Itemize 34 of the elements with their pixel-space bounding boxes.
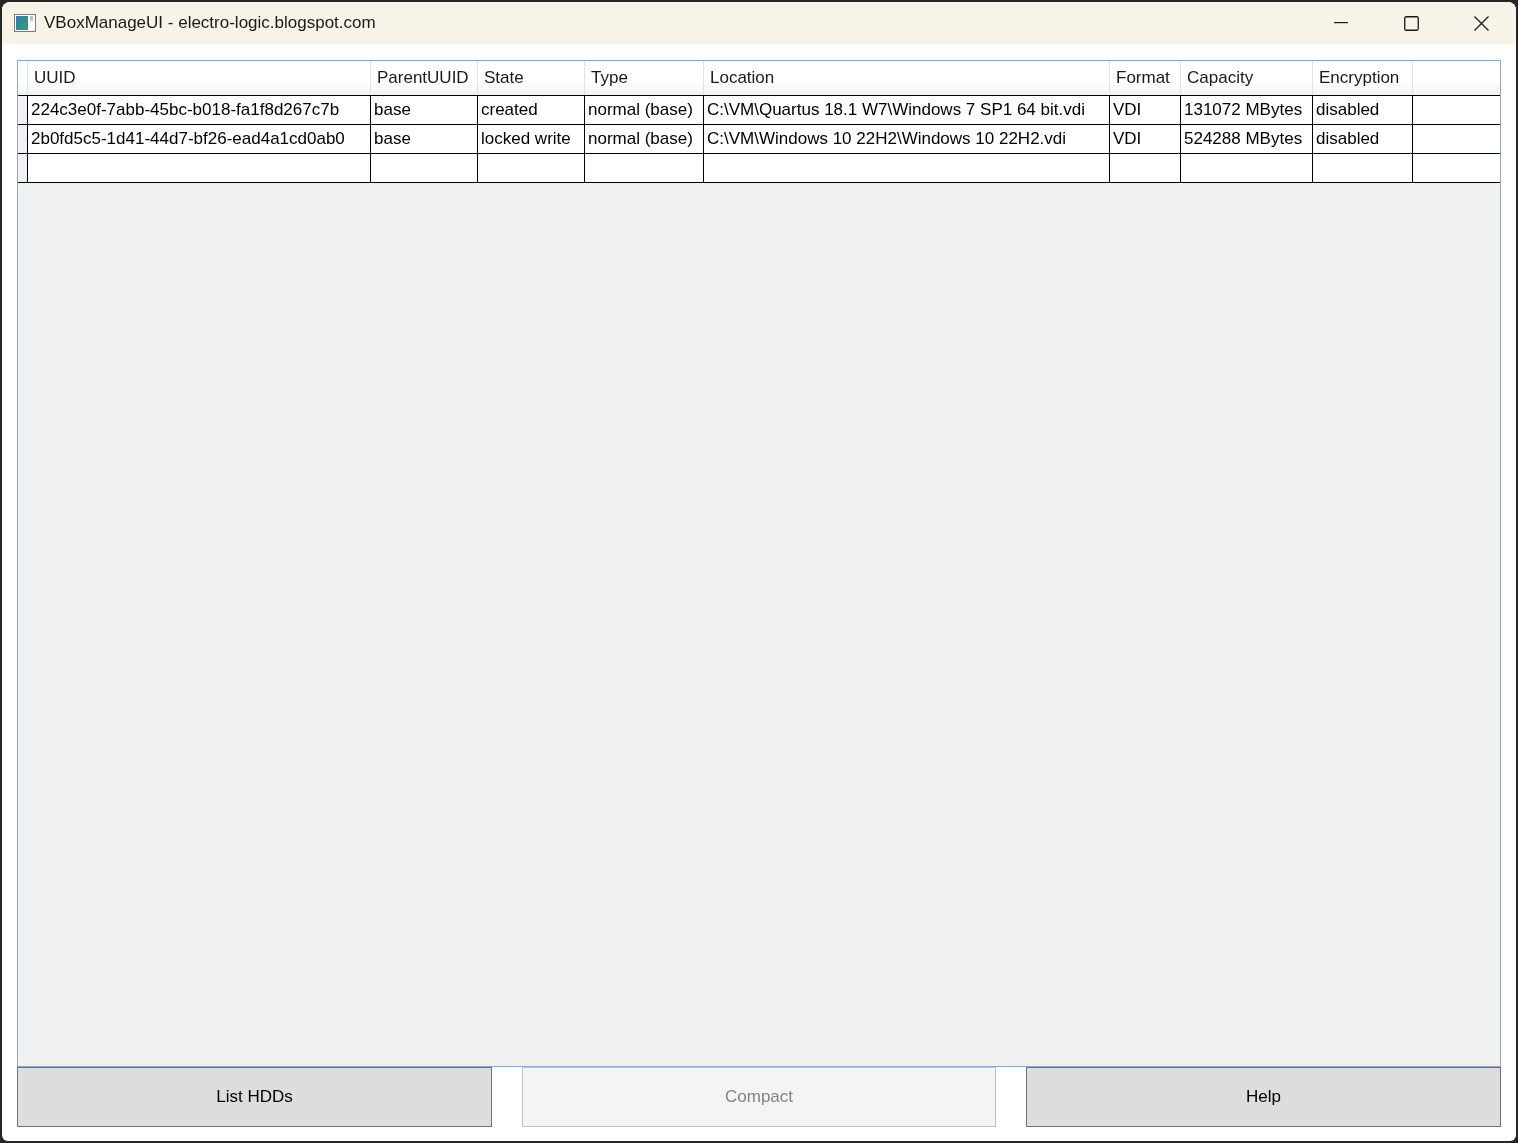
table-cell: normal (base) — [585, 125, 704, 153]
column-header[interactable]: Format — [1110, 61, 1181, 95]
table-cell: 224c3e0f-7abb-45bc-b018-fa1f8d267c7b — [28, 96, 371, 124]
table-cell: 2b0fd5c5-1d41-44d7-bf26-ead4a1cd0ab0 — [28, 125, 371, 153]
table-cell: base — [371, 96, 478, 124]
minimize-icon — [1334, 22, 1348, 24]
column-header[interactable]: State — [478, 61, 585, 95]
column-header[interactable]: UUID — [28, 61, 371, 95]
table-cell: C:\VM\Windows 10 22H2\Windows 10 22H2.vdi — [704, 125, 1110, 153]
table-cell: locked write — [478, 125, 585, 153]
row-header[interactable] — [18, 96, 28, 124]
window-title: VBoxManageUI - electro-logic.blogspot.com — [44, 12, 376, 35]
row-header[interactable] — [18, 125, 28, 153]
table-cell: disabled — [1313, 125, 1413, 153]
action-button[interactable]: Help — [1026, 1067, 1501, 1127]
empty-table-row[interactable] — [18, 154, 1500, 183]
column-header[interactable]: Capacity — [1181, 61, 1313, 95]
maximize-icon — [1403, 15, 1419, 31]
action-button[interactable]: List HDDs — [17, 1067, 492, 1127]
column-header[interactable]: Location — [704, 61, 1110, 95]
table-cell: 131072 MBytes — [1181, 96, 1313, 124]
table-cell: normal (base) — [585, 96, 704, 124]
table-cell: created — [478, 96, 585, 124]
table-cell: 524288 MBytes — [1181, 125, 1313, 153]
column-header[interactable]: Type — [585, 61, 704, 95]
table-cell: VDI — [1110, 125, 1181, 153]
app-window-icon — [14, 14, 36, 32]
table-cell: C:\VM\Quartus 18.1 W7\Windows 7 SP1 64 bit.vdi — [704, 96, 1110, 124]
column-header[interactable]: Encryption — [1313, 61, 1413, 95]
close-icon — [1473, 15, 1489, 31]
table-cell: base — [371, 125, 478, 153]
table-cell: disabled — [1313, 96, 1413, 124]
column-header[interactable]: ParentUUID — [371, 61, 478, 95]
table-cell: VDI — [1110, 96, 1181, 124]
